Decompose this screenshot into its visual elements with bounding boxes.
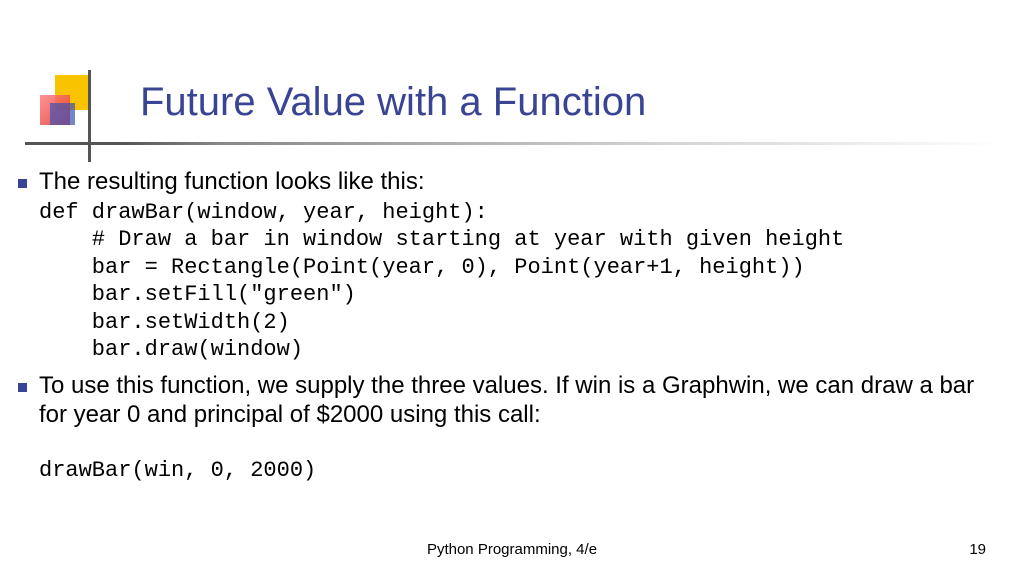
bullet-text: The resulting function looks like this: [39,168,425,197]
bullet-square-icon [18,383,27,392]
slide-logo-decoration [40,75,100,135]
vertical-rule [88,70,91,162]
bullet-square-icon [18,179,27,188]
bullet-text: To use this function, we supply the thre… [39,372,1008,430]
footer-book-title: Python Programming, 4/e [0,541,1024,558]
code-block-function-def: def drawBar(window, year, height): # Dra… [39,199,1008,364]
code-block-function-call: drawBar(win, 0, 2000) [39,457,1008,485]
footer-page-number: 19 [969,541,986,558]
slide-content: The resulting function looks like this: … [18,168,1008,485]
slide-title: Future Value with a Function [140,80,646,125]
bullet-item: The resulting function looks like this: [18,168,1008,197]
bullet-item: To use this function, we supply the thre… [18,372,1008,430]
horizontal-rule [25,142,1005,145]
logo-blue-shape [50,103,75,125]
